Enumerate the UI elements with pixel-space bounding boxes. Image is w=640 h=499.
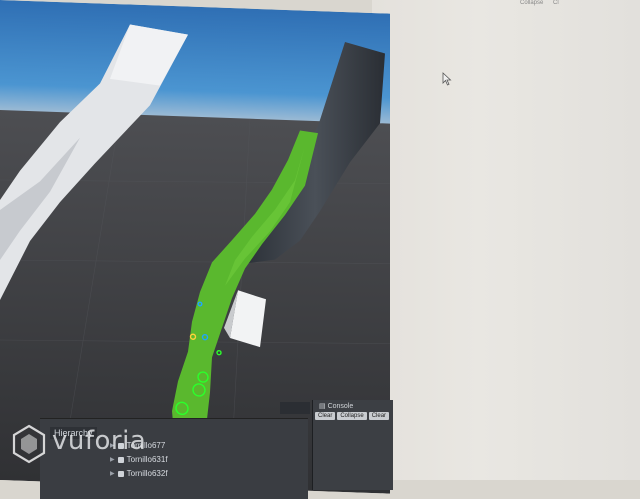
vuforia-watermark: vuforia bbox=[52, 426, 147, 456]
paper-label-collapse: Collapse bbox=[520, 0, 544, 6]
console-collapse-button[interactable]: Collapse bbox=[337, 412, 367, 420]
console-clear-on-play-button[interactable]: Clear bbox=[368, 412, 390, 420]
hierarchy-item-label: Tornillo631f bbox=[126, 455, 168, 464]
console-tab-label: Console bbox=[327, 403, 354, 410]
vuforia-logo-icon bbox=[12, 424, 46, 464]
console-icon: ▤ bbox=[319, 403, 328, 410]
console-clear-button[interactable]: Clear bbox=[315, 412, 336, 420]
paper-top-labels: Collapse Cl bbox=[520, 0, 567, 6]
document-background bbox=[372, 0, 640, 480]
gameobject-icon bbox=[117, 470, 124, 477]
expand-arrow-icon[interactable]: ▶ bbox=[110, 470, 115, 477]
hierarchy-item[interactable]: ▶ Tornillo632f bbox=[110, 469, 168, 478]
mouse-cursor-icon bbox=[442, 72, 452, 86]
hierarchy-item[interactable]: ▶ Tornillo631f bbox=[110, 455, 168, 464]
console-panel: ▤ Console Clear Collapse Clear bbox=[312, 400, 393, 490]
hierarchy-item-label: Tornillo632f bbox=[126, 469, 168, 478]
editor-toolbar-strip bbox=[280, 402, 310, 414]
expand-arrow-icon[interactable]: ▶ bbox=[110, 456, 115, 463]
gameobject-icon bbox=[117, 456, 124, 463]
console-toolbar: Clear Collapse Clear bbox=[315, 412, 390, 420]
tab-console[interactable]: ▤ Console bbox=[319, 402, 353, 410]
paper-label-clear: Cl bbox=[553, 0, 559, 6]
